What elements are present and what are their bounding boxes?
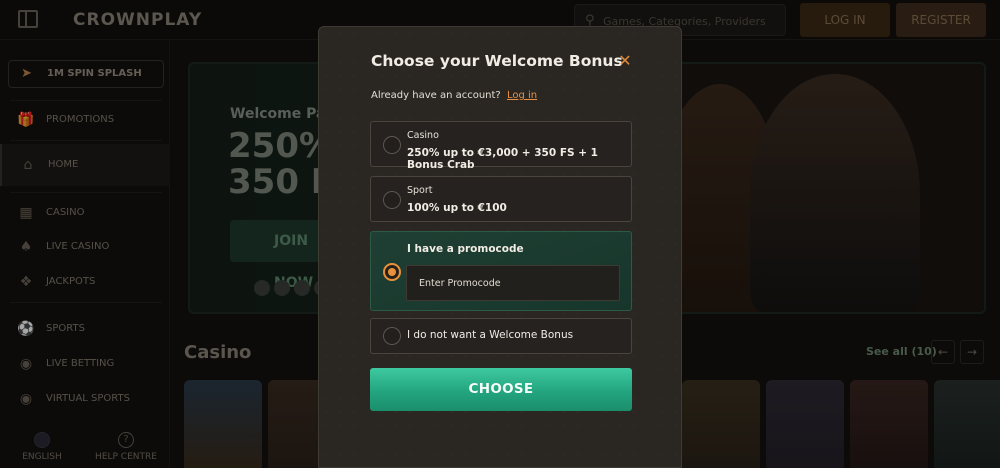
option-description: 100% up to €100 (407, 202, 507, 214)
welcome-bonus-modal: Choose your Welcome Bonus ✕ Already have… (318, 26, 682, 468)
bonus-option-casino[interactable]: Casino 250% up to €3,000 + 350 FS + 1 Bo… (370, 121, 632, 171)
option-description: 250% up to €3,000 + 350 FS + 1 Bonus Cra… (407, 147, 598, 171)
option-description: I do not want a Welcome Bonus (407, 329, 574, 341)
option-category: Casino (407, 130, 439, 141)
choose-button[interactable]: CHOOSE (370, 368, 632, 411)
promocode-input[interactable] (406, 265, 620, 301)
option-description: I have a promocode (407, 243, 524, 255)
option-category: Sport (407, 185, 433, 196)
bonus-option-none[interactable]: I do not want a Welcome Bonus (370, 318, 632, 354)
close-icon[interactable]: ✕ (615, 51, 635, 71)
login-link[interactable]: Log in (507, 90, 537, 101)
radio-button[interactable] (383, 136, 401, 154)
modal-title: Choose your Welcome Bonus (371, 52, 623, 70)
radio-button[interactable] (383, 327, 401, 345)
account-line: Already have an account? Log in (371, 90, 537, 101)
bonus-option-sport[interactable]: Sport 100% up to €100 (370, 176, 632, 222)
radio-button[interactable] (383, 191, 401, 209)
bonus-option-promocode[interactable]: I have a promocode (370, 231, 632, 311)
radio-button-selected[interactable] (383, 263, 401, 281)
account-text: Already have an account? (371, 90, 501, 101)
